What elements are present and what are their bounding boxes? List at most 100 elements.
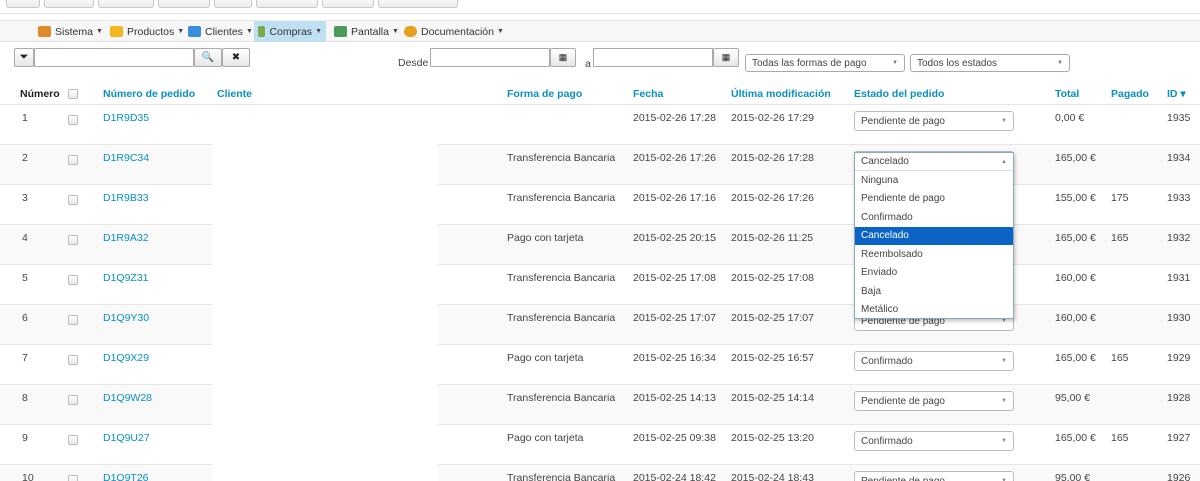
order-status-select[interactable]: Pendiente de pago ▼ xyxy=(854,111,1014,131)
order-id: 1926 xyxy=(1167,472,1191,481)
col-forma[interactable]: Forma de pago xyxy=(507,88,582,100)
order-status-select[interactable]: Pendiente de pago ▼ xyxy=(854,391,1014,411)
calendar-icon: ▦ xyxy=(558,52,568,62)
row-checkbox[interactable] xyxy=(68,315,78,325)
order-number-link[interactable]: D1Q9U27 xyxy=(103,432,150,444)
order-number-link[interactable]: D1Q9X29 xyxy=(103,352,149,364)
order-id: 1927 xyxy=(1167,432,1191,444)
order-date: 2015-02-25 09:38 xyxy=(633,432,716,444)
select-all-checkbox[interactable] xyxy=(68,89,78,99)
dropdown-option[interactable]: Reembolsado xyxy=(855,245,1013,264)
row-number: 7 xyxy=(22,352,28,364)
order-number-link[interactable]: D1R9C34 xyxy=(103,152,149,164)
payment-method-select[interactable]: Todas las formas de pago ▼ xyxy=(745,54,905,72)
row-number: 9 xyxy=(22,432,28,444)
order-total: 160,00 € xyxy=(1055,272,1096,284)
dropdown-option[interactable]: Baja xyxy=(855,282,1013,301)
col-pedido[interactable]: Número de pedido xyxy=(103,88,195,100)
table-row: 1 D1R9D35 2015-02-26 17:28 2015-02-26 17:29… xyxy=(0,104,1200,144)
dropdown-option[interactable]: Metálico xyxy=(855,301,1013,320)
dropdown-option[interactable]: Confirmado xyxy=(855,208,1013,227)
order-number-link[interactable]: D1R9D35 xyxy=(103,112,149,124)
menu-sistema[interactable]: Sistema ▼ xyxy=(34,21,107,42)
order-status-value: Pendiente de pago xyxy=(861,475,945,481)
order-number-link[interactable]: D1R9B33 xyxy=(103,192,149,204)
order-total: 165,00 € xyxy=(1055,152,1096,164)
order-number-link[interactable]: D1R9A32 xyxy=(103,232,149,244)
order-number-link[interactable]: D1Q9T26 xyxy=(103,472,149,481)
last-modified: 2015-02-26 11:25 xyxy=(731,232,814,244)
chevron-down-icon: ▼ xyxy=(1001,438,1007,444)
row-checkbox[interactable] xyxy=(68,195,78,205)
dropdown-option[interactable]: Cancelado xyxy=(855,226,1013,245)
screen-icon xyxy=(334,26,347,37)
status-dropdown-open[interactable]: Cancelado ▲ Ninguna Pendiente de pago Conf… xyxy=(854,152,1014,319)
toolbar-button[interactable] xyxy=(256,0,318,8)
order-date: 2015-02-26 17:26 xyxy=(633,152,716,164)
row-checkbox[interactable] xyxy=(68,395,78,405)
toolbar-button[interactable] xyxy=(214,0,252,8)
row-number: 1 xyxy=(22,112,28,124)
dropdown-option[interactable]: Enviado xyxy=(855,264,1013,283)
toolbar-button[interactable] xyxy=(378,0,458,8)
menu-clientes[interactable]: Clientes ▼ xyxy=(184,21,257,42)
dropdown-option[interactable]: Ninguna xyxy=(855,171,1013,190)
menu-documentacion[interactable]: Documentación ▼ xyxy=(400,21,508,42)
chevron-up-icon: ▲ xyxy=(1001,158,1007,165)
order-status-select[interactable]: Confirmado ▼ xyxy=(854,431,1014,451)
order-status-select[interactable]: Confirmado ▼ xyxy=(854,351,1014,371)
row-number: 4 xyxy=(22,232,28,244)
row-checkbox[interactable] xyxy=(68,435,78,445)
order-number-link[interactable]: D1Q9W28 xyxy=(103,392,152,404)
paid-amount: 165 xyxy=(1111,432,1129,444)
order-date: 2015-02-25 20:15 xyxy=(633,232,716,244)
row-checkbox[interactable] xyxy=(68,235,78,245)
users-icon xyxy=(188,26,201,37)
row-checkbox[interactable] xyxy=(68,275,78,285)
col-pagado[interactable]: Pagado xyxy=(1111,88,1149,100)
payment-method: Pago con tarjeta xyxy=(507,352,584,364)
table-row: 5 D1Q9Z31 Transferencia Bancaria 2015-02-25… xyxy=(0,264,1200,304)
order-status-value: Pendiente de pago xyxy=(861,115,945,127)
toolbar-button[interactable] xyxy=(44,0,94,8)
table-row: 8 D1Q9W28 Transferencia Bancaria 2015-02-25… xyxy=(0,384,1200,424)
order-id: 1934 xyxy=(1167,152,1191,164)
chevron-down-icon: ▼ xyxy=(1001,398,1007,404)
toolbar-button[interactable] xyxy=(322,0,374,8)
order-number-link[interactable]: D1Q9Z31 xyxy=(103,272,149,284)
menu-pantalla[interactable]: Pantalla ▼ xyxy=(330,21,403,42)
col-cliente[interactable]: Cliente xyxy=(217,88,252,100)
menu-compras[interactable]: Compras ▼ xyxy=(254,21,326,42)
row-checkbox[interactable] xyxy=(68,475,78,481)
row-checkbox[interactable] xyxy=(68,115,78,125)
row-checkbox[interactable] xyxy=(68,355,78,365)
date-to-input[interactable] xyxy=(593,48,713,67)
row-checkbox[interactable] xyxy=(68,155,78,165)
toolbar-button[interactable] xyxy=(6,0,40,8)
col-total[interactable]: Total xyxy=(1055,88,1079,100)
filter-button[interactable]: ⏷ xyxy=(14,48,34,67)
dropdown-option[interactable]: Pendiente de pago xyxy=(855,190,1013,209)
toolbar-button[interactable] xyxy=(98,0,154,8)
order-date: 2015-02-24 18:42 xyxy=(633,472,716,481)
search-button[interactable]: 🔍 xyxy=(194,48,222,67)
date-from-input[interactable] xyxy=(430,48,550,67)
order-date: 2015-02-26 17:16 xyxy=(633,192,716,204)
dropdown-selected[interactable]: Cancelado ▲ xyxy=(855,153,1013,171)
last-modified: 2015-02-25 16:57 xyxy=(731,352,814,364)
col-fecha[interactable]: Fecha xyxy=(633,88,663,100)
menu-productos[interactable]: Productos ▼ xyxy=(106,21,188,42)
redacted-client-area xyxy=(212,110,438,481)
calendar-from-button[interactable]: ▦ xyxy=(550,48,576,67)
search-input[interactable] xyxy=(34,48,194,67)
order-number-link[interactable]: D1Q9Y30 xyxy=(103,312,149,324)
status-select[interactable]: Todos los estados ▼ xyxy=(910,54,1070,72)
order-status-select[interactable]: Pendiente de pago ▼ xyxy=(854,471,1014,481)
col-ultima[interactable]: Última modificación xyxy=(731,88,831,100)
col-id[interactable]: ID ▾ xyxy=(1167,88,1186,100)
toolbar-button[interactable] xyxy=(158,0,210,8)
col-estado[interactable]: Estado del pedido xyxy=(854,88,944,100)
table-row: 4 D1R9A32 Pago con tarjeta 2015-02-25 20:15… xyxy=(0,224,1200,264)
clear-button[interactable]: ✖ xyxy=(222,48,250,67)
calendar-to-button[interactable]: ▦ xyxy=(713,48,739,67)
